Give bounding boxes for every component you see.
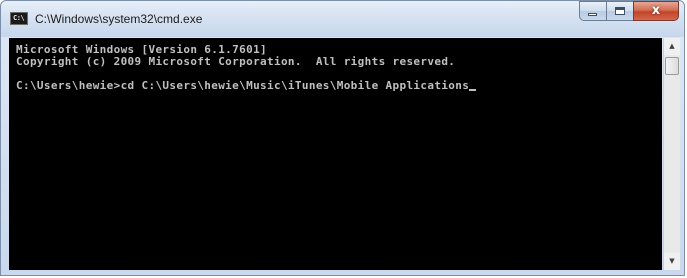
cmd-window: C:\ C:\Windows\system32\cmd.exe x Micros… [0, 0, 685, 276]
console-line-command[interactable]: C:\Users\hewie>cd C:\Users\hewie\Music\i… [16, 79, 477, 92]
scroll-thumb[interactable] [665, 57, 679, 75]
close-icon: x [651, 3, 661, 18]
text-cursor [469, 89, 477, 91]
title-bar[interactable]: C:\ C:\Windows\system32\cmd.exe x [1, 1, 684, 37]
window-title: C:\Windows\system32\cmd.exe [35, 12, 203, 26]
cmd-icon[interactable]: C:\ [10, 12, 28, 25]
scroll-down-icon[interactable]: ▼ [664, 253, 680, 270]
console-output[interactable]: Microsoft Windows [Version 6.1.7601] Cop… [9, 38, 662, 270]
window-controls: x [579, 1, 679, 22]
cmd-icon-text: C:\ [13, 14, 25, 22]
scroll-up-icon[interactable]: ▲ [664, 38, 680, 55]
console-line-copyright: Copyright (c) 2009 Microsoft Corporation… [16, 55, 456, 68]
maximize-icon [615, 7, 625, 15]
minimize-button[interactable] [579, 1, 606, 21]
close-button[interactable]: x [633, 1, 679, 21]
command-text: C:\Users\hewie>cd C:\Users\hewie\Music\i… [16, 79, 470, 92]
minimize-icon [588, 13, 597, 16]
vertical-scrollbar[interactable]: ▲ ▼ [663, 38, 680, 270]
maximize-button[interactable] [606, 1, 633, 21]
